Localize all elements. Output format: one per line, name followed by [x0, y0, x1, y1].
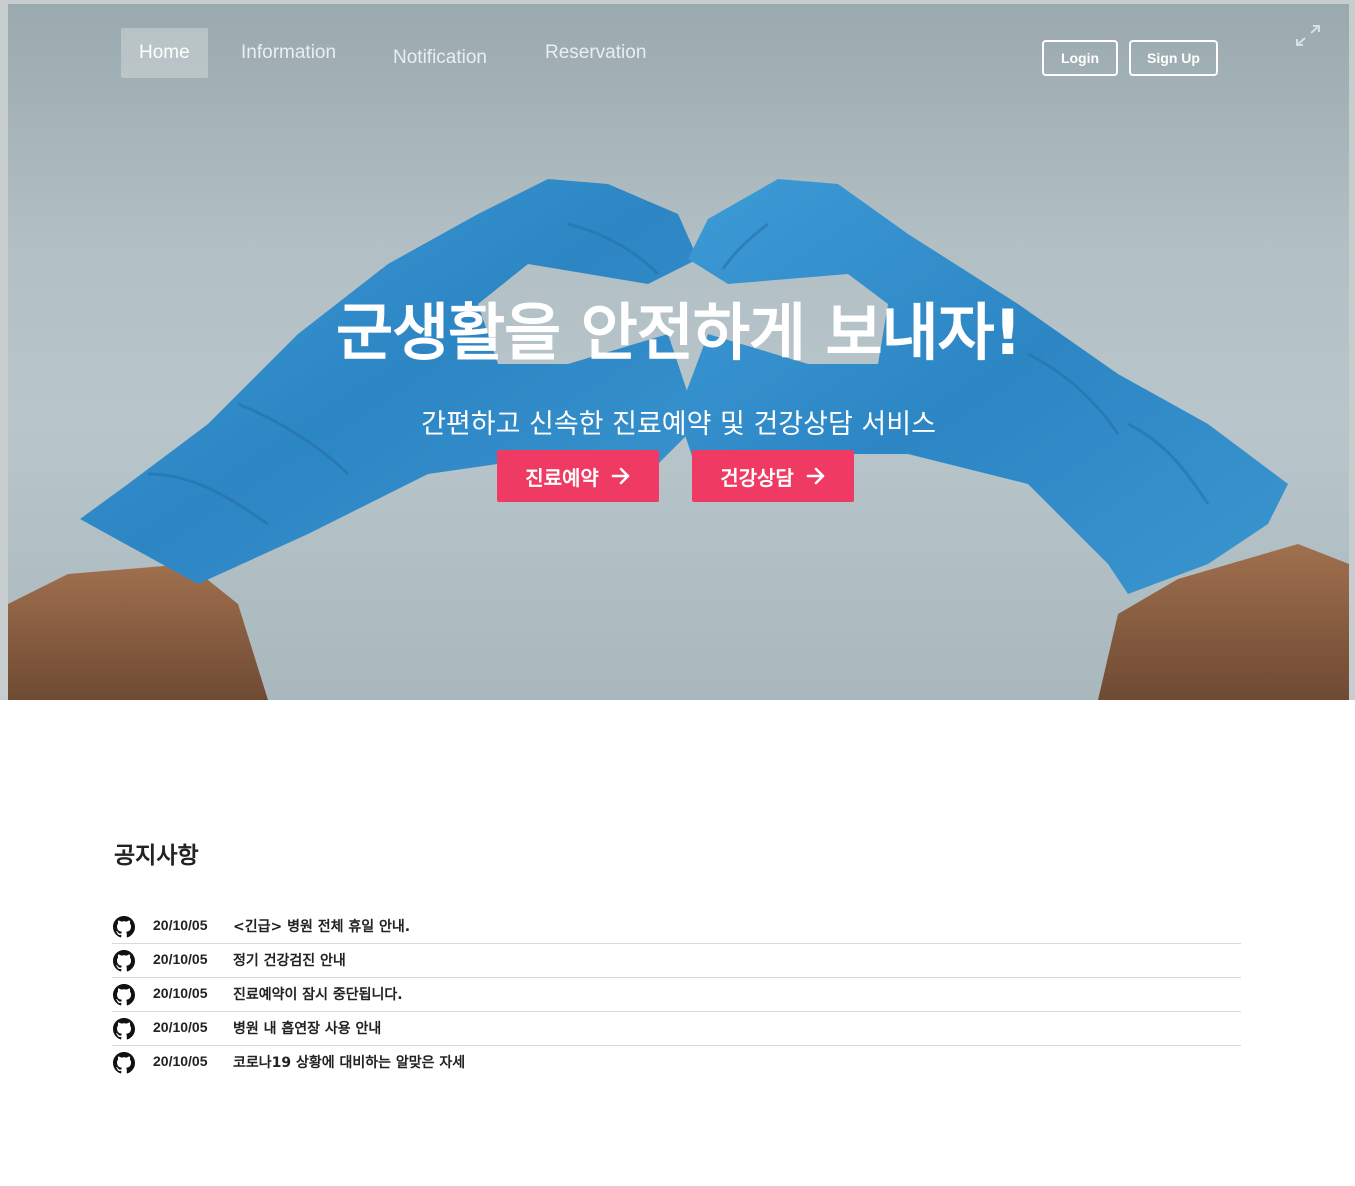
list-item[interactable]: 20/10/05 코로나19 상황에 대비하는 알맞은 자세	[112, 1046, 1241, 1080]
notice-date: 20/10/05	[153, 1019, 208, 1035]
github-icon	[113, 1018, 135, 1040]
github-icon	[113, 916, 135, 938]
notice-title[interactable]: 코로나19 상황에 대비하는 알맞은 자세	[233, 1052, 465, 1072]
notice-date: 20/10/05	[153, 985, 208, 1001]
expand-icon[interactable]	[1294, 24, 1322, 48]
notice-heading: 공지사항	[114, 843, 199, 869]
nav-item-notification[interactable]: Notification	[375, 33, 505, 83]
login-button[interactable]: Login	[1042, 40, 1118, 76]
notice-title[interactable]: 병원 내 흡연장 사용 안내	[233, 1018, 381, 1038]
hero-title: 군생활을 안전하게 보내자!	[336, 296, 1022, 369]
github-icon	[113, 950, 135, 972]
reservation-button-label: 진료예약	[525, 465, 599, 490]
hero-banner: Home Information Notification Reservatio…	[8, 4, 1349, 700]
arrow-right-icon	[611, 467, 630, 485]
signup-button[interactable]: Sign Up	[1129, 40, 1218, 76]
window-frame-right	[1349, 0, 1355, 700]
nav-item-reservation[interactable]: Reservation	[527, 28, 664, 78]
notice-date: 20/10/05	[153, 951, 208, 967]
github-icon	[113, 984, 135, 1006]
notice-date: 20/10/05	[153, 917, 208, 933]
reservation-button[interactable]: 진료예약	[497, 450, 659, 502]
list-item[interactable]: 20/10/05 병원 내 흡연장 사용 안내	[112, 1012, 1241, 1046]
list-item[interactable]: 20/10/05 정기 건강검진 안내	[112, 944, 1241, 978]
notice-title[interactable]: <긴급> 병원 전체 휴일 안내.	[233, 916, 410, 936]
window-frame-left	[0, 0, 8, 700]
notice-list: 20/10/05 <긴급> 병원 전체 휴일 안내. 20/10/05 정기 건…	[112, 910, 1241, 1080]
notice-title[interactable]: 진료예약이 잠시 중단됩니다.	[233, 984, 403, 1004]
list-item[interactable]: 20/10/05 진료예약이 잠시 중단됩니다.	[112, 978, 1241, 1012]
github-icon	[113, 1052, 135, 1074]
nav-item-home[interactable]: Home	[121, 28, 208, 78]
hero-subtitle: 간편하고 신속한 진료예약 및 건강상담 서비스	[421, 409, 936, 440]
list-item[interactable]: 20/10/05 <긴급> 병원 전체 휴일 안내.	[112, 910, 1241, 944]
nav-item-information[interactable]: Information	[223, 28, 354, 78]
consultation-button[interactable]: 건강상담	[692, 450, 854, 502]
notice-title[interactable]: 정기 건강검진 안내	[233, 950, 346, 970]
consultation-button-label: 건강상담	[720, 465, 794, 490]
arrow-right-icon	[806, 467, 825, 485]
notice-date: 20/10/05	[153, 1053, 208, 1069]
